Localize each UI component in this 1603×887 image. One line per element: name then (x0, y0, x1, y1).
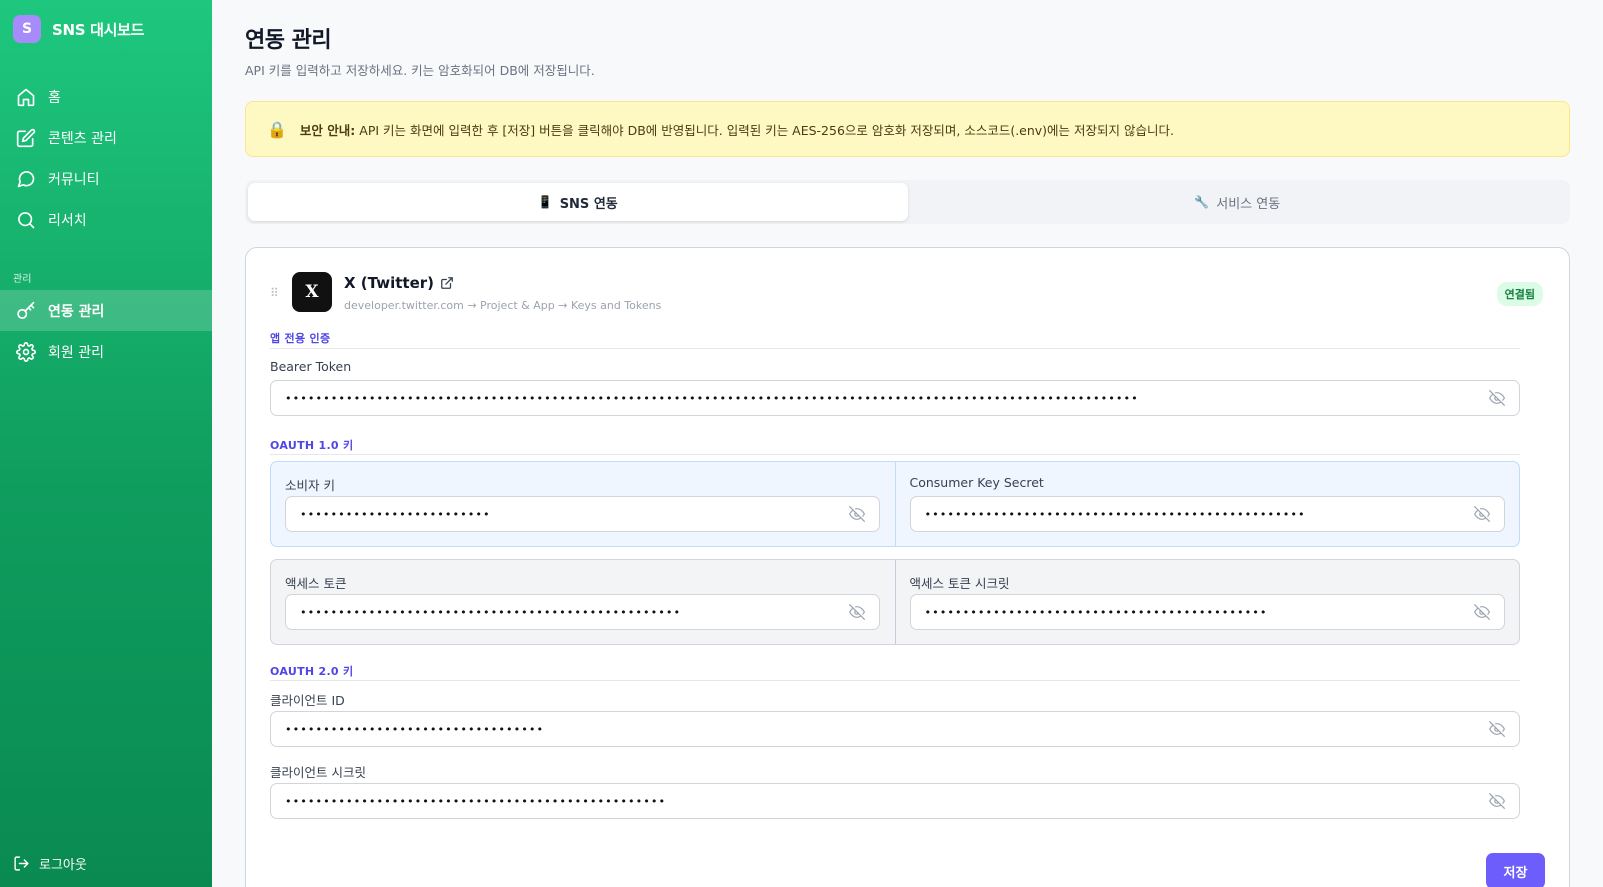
access-token-value: ••••••••••••••••••••••••••••••••••••••••… (300, 605, 682, 619)
brand[interactable]: S SNS 대시보드 (0, 0, 212, 58)
edit-icon (16, 128, 36, 147)
sidebar-item-label: 회원 관리 (48, 344, 104, 361)
consumer-key-cell: 소비자 키 ••••••••••••••••••••••••• (271, 462, 895, 546)
client-id-field[interactable]: •••••••••••••••••••••••••••••••••• (270, 711, 1520, 747)
consumer-secret-cell: Consumer Key Secret ••••••••••••••••••••… (894, 462, 1520, 546)
search-icon (18, 211, 35, 228)
brand-logo: S (13, 15, 41, 43)
main-content: 연동 관리 API 키를 입력하고 저장하세요. 키는 암호화되어 DB에 저장… (212, 0, 1603, 887)
section-oauth1: OAUTH 1.0 키 (270, 439, 354, 452)
drag-handle-icon[interactable]: ⠿ (270, 286, 279, 300)
consumer-key-field[interactable]: ••••••••••••••••••••••••• (285, 496, 880, 532)
platform-path: developer.twitter.com → Project & App → … (344, 299, 662, 312)
logout-icon (14, 856, 29, 871)
sidebar-item-members[interactable]: 회원 관리 (0, 331, 212, 372)
tab-services[interactable]: 🔧 서비스 연동 (908, 183, 1568, 221)
section-divider (270, 454, 1520, 455)
sidebar-item-content[interactable]: 콘텐츠 관리 (0, 117, 212, 158)
sidebar-item-community[interactable]: 커뮤니티 (0, 158, 212, 199)
consumer-secret-label: Consumer Key Secret (909, 475, 1044, 490)
client-secret-label: 클라이언트 시크릿 (270, 765, 366, 780)
eye-off-icon[interactable] (1473, 604, 1490, 620)
sidebar-item-label: 커뮤니티 (48, 171, 100, 188)
section-app-auth: 앱 전용 인증 (270, 332, 331, 345)
wrench-icon: 🔧 (1194, 195, 1210, 209)
admin-nav: 연동 관리 회원 관리 (0, 290, 212, 372)
eye-off-icon[interactable] (1473, 506, 1490, 522)
brand-title: SNS 대시보드 (52, 20, 145, 39)
consumer-key-label: 소비자 키 (285, 478, 335, 493)
access-token-cell: 액세스 토큰 •••••••••••••••••••••••••••••••••… (271, 560, 895, 644)
security-notice: 🔒 보안 안내: API 키는 화면에 입력한 후 [저장] 버튼을 클릭해야 … (245, 101, 1570, 157)
access-token-group: 액세스 토큰 •••••••••••••••••••••••••••••••••… (270, 559, 1520, 645)
eye-off-icon[interactable] (1489, 721, 1505, 737)
sidebar-section-label: 관리 (13, 274, 32, 285)
access-token-field[interactable]: ••••••••••••••••••••••••••••••••••••••••… (285, 594, 880, 630)
section-divider (270, 680, 1520, 681)
client-id-label: 클라이언트 ID (270, 693, 345, 708)
sidebar-item-label: 리서치 (48, 212, 87, 229)
logout-button[interactable]: 로그아웃 (13, 854, 87, 873)
bearer-token-label: Bearer Token (270, 359, 352, 374)
sidebar-item-label: 연동 관리 (48, 303, 105, 320)
client-id-value: •••••••••••••••••••••••••••••••••• (285, 722, 545, 736)
tab-label: 서비스 연동 (1216, 196, 1281, 212)
status-badge: 연결됨 (1496, 282, 1543, 306)
bearer-token-value: ••••••••••••••••••••••••••••••••••••••••… (285, 391, 1139, 405)
client-secret-value: ••••••••••••••••••••••••••••••••••••••••… (285, 794, 667, 808)
sidebar-item-integrations[interactable]: 연동 관리 (0, 290, 212, 331)
integration-tabs: 📱 SNS 연동 🔧 서비스 연동 (245, 180, 1570, 224)
sidebar-item-research[interactable]: 리서치 (0, 199, 212, 240)
gear-icon (16, 341, 36, 362)
access-token-label: 액세스 토큰 (285, 576, 347, 591)
access-secret-cell: 액세스 토큰 시크릿 •••••••••••••••••••••••••••••… (894, 560, 1520, 644)
external-link-icon[interactable] (440, 276, 454, 290)
client-secret-field[interactable]: ••••••••••••••••••••••••••••••••••••••••… (270, 783, 1520, 819)
sidebar: S SNS 대시보드 홈 콘텐츠 관리 커뮤니티 리서치 관리 연동 관리 회원… (0, 0, 212, 887)
bearer-token-field[interactable]: ••••••••••••••••••••••••••••••••••••••••… (270, 380, 1520, 416)
platform-card: ⠿ X X (Twitter) developer.twitter.com → … (245, 247, 1570, 887)
notice-text: API 키는 화면에 입력한 후 [저장] 버튼을 클릭해야 DB에 반영됩니다… (359, 122, 1174, 138)
sidebar-item-label: 콘텐츠 관리 (48, 130, 117, 147)
access-secret-value: ••••••••••••••••••••••••••••••••••••••••… (924, 605, 1268, 619)
eye-off-icon[interactable] (1489, 793, 1505, 809)
x-logo: X (292, 272, 332, 312)
consumer-secret-value: ••••••••••••••••••••••••••••••••••••••••… (924, 507, 1306, 521)
sidebar-item-label: 홈 (48, 89, 61, 106)
access-secret-field[interactable]: ••••••••••••••••••••••••••••••••••••••••… (909, 594, 1505, 630)
section-oauth2: OAUTH 2.0 키 (270, 665, 354, 678)
consumer-key-value: ••••••••••••••••••••••••• (300, 507, 491, 521)
eye-off-icon[interactable] (1489, 390, 1505, 406)
access-secret-label: 액세스 토큰 시크릿 (909, 576, 1010, 591)
consumer-key-group: 소비자 키 ••••••••••••••••••••••••• Consumer… (270, 461, 1520, 547)
consumer-secret-field[interactable]: ••••••••••••••••••••••••••••••••••••••••… (909, 496, 1505, 532)
save-button[interactable]: 저장 (1486, 853, 1545, 887)
platform-name: X (Twitter) (344, 274, 454, 292)
notice-title: 보안 안내: (299, 122, 356, 138)
key-icon (17, 301, 35, 319)
eye-off-icon[interactable] (849, 604, 865, 620)
message-circle-icon (17, 170, 35, 187)
logout-label: 로그아웃 (39, 858, 87, 873)
main-nav: 홈 콘텐츠 관리 커뮤니티 리서치 (0, 76, 212, 240)
page-subtitle: API 키를 입력하고 저장하세요. 키는 암호화되어 DB에 저장됩니다. (245, 63, 595, 78)
section-divider (270, 348, 1520, 349)
eye-off-icon[interactable] (849, 506, 865, 522)
tab-label: SNS 연동 (559, 196, 618, 212)
page-title: 연동 관리 (245, 28, 332, 53)
lock-icon: 🔒 (267, 119, 287, 139)
platform-name-text: X (Twitter) (344, 274, 434, 292)
home-icon (17, 88, 35, 106)
sidebar-item-home[interactable]: 홈 (0, 76, 212, 117)
phone-icon: 📱 (537, 195, 553, 209)
tab-sns[interactable]: 📱 SNS 연동 (248, 183, 908, 221)
